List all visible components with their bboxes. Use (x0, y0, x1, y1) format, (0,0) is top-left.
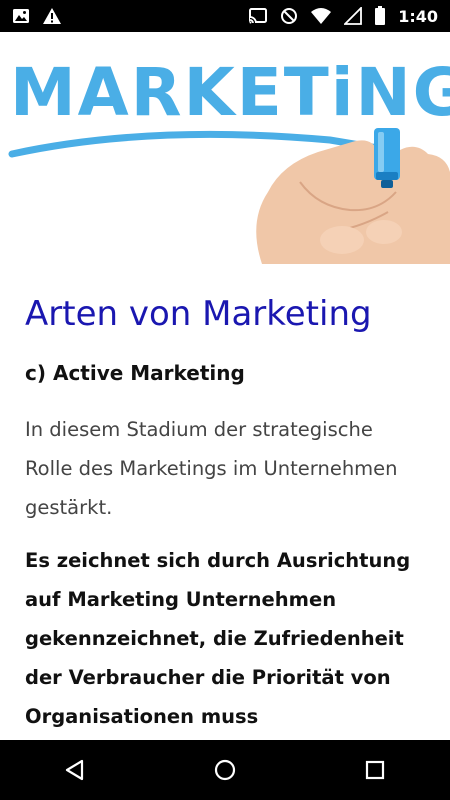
status-left (12, 7, 62, 25)
home-button[interactable] (195, 740, 255, 800)
home-icon (214, 759, 236, 781)
do-not-disturb-icon (280, 7, 298, 25)
article-title: Arten von Marketing (25, 294, 372, 334)
status-time: 1:40 (398, 6, 438, 26)
hero-illustration (8, 128, 450, 264)
article-paragraph: In diesem Stadium der strategische Rolle… (25, 418, 398, 519)
status-bar: 1:40 (0, 0, 450, 32)
back-button[interactable] (45, 740, 105, 800)
back-icon (65, 759, 84, 781)
battery-icon (374, 6, 386, 26)
wifi-icon (310, 7, 332, 25)
image-icon (12, 7, 30, 25)
navigation-bar (0, 740, 450, 800)
status-right: 1:40 (248, 6, 438, 26)
cast-icon (248, 7, 268, 25)
app-screen: 1:40 MARKETiNG Arten von Marketing c) Ac… (0, 0, 450, 800)
recents-icon (365, 760, 385, 780)
article-content: Arten von Marketing c) Active Marketing … (0, 264, 450, 740)
article-paragraph-bold: Es zeichnet sich durch Ausrichtung auf M… (25, 549, 411, 728)
hero-image: MARKETiNG (0, 32, 450, 264)
signal-icon (344, 7, 363, 25)
section-heading: c) Active Marketing (25, 361, 245, 385)
warning-icon (42, 7, 62, 25)
recents-button[interactable] (345, 740, 405, 800)
